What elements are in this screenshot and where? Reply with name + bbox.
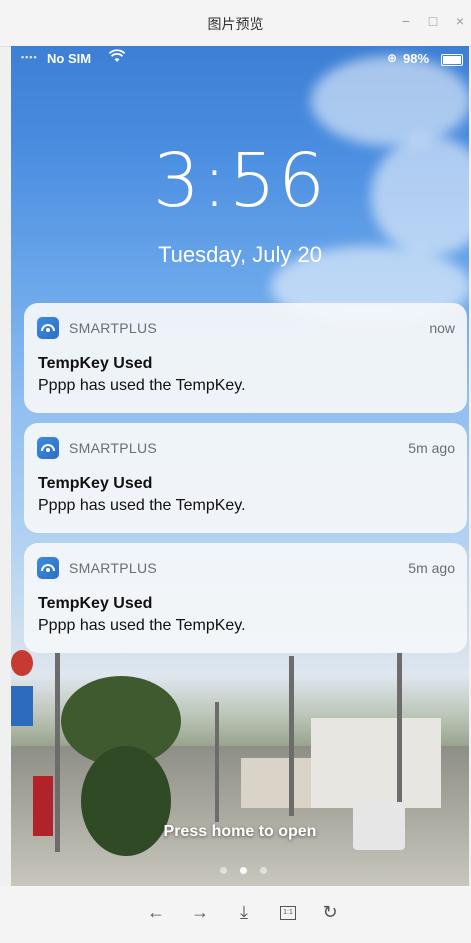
smartplus-app-icon [37, 557, 59, 579]
maximize-button[interactable]: □ [424, 12, 442, 30]
notification-title: TempKey Used [38, 595, 153, 612]
signal-dots-icon: •••• [21, 52, 38, 62]
notification-time: now [429, 320, 455, 336]
actual-size-icon: 1:1 [280, 906, 296, 921]
viewer-titlebar: 图片预览 − □ × [0, 0, 471, 47]
notification-body: Pppp has used the TempKey. [38, 497, 246, 514]
notification-time: 5m ago [408, 560, 455, 576]
status-bar: •••• No SIM ⊕ 98% [11, 46, 469, 72]
wifi-icon [108, 49, 126, 66]
lockscreen-date: Tuesday, July 20 [158, 242, 322, 267]
next-image-button[interactable]: → [188, 900, 212, 924]
rotation-lock-icon: ⊕ [387, 51, 398, 65]
actual-size-button[interactable]: 1:1 [276, 900, 300, 924]
page-dot [220, 867, 227, 874]
previous-image-button[interactable]: ← [144, 900, 168, 924]
building [311, 718, 441, 808]
utility-pole [55, 652, 60, 852]
page-dot [260, 867, 267, 874]
notification-app-name: SMARTPLUS [69, 440, 158, 456]
page-indicator [220, 867, 280, 877]
carrier-label: No SIM [47, 51, 92, 66]
notification-body: Pppp has used the TempKey. [38, 617, 246, 634]
notification-card[interactable]: SMARTPLUS 5m ago TempKey Used Pppp has u… [24, 543, 467, 653]
notification-title: TempKey Used [38, 355, 153, 372]
building [241, 758, 311, 808]
notification-title: TempKey Used [38, 475, 153, 492]
download-button[interactable]: ⤓ [232, 900, 256, 924]
utility-pole [289, 656, 294, 816]
page-dot [240, 867, 247, 874]
smartplus-app-icon [37, 437, 59, 459]
rotate-button[interactable]: ↻ [318, 900, 342, 924]
close-button[interactable]: × [451, 12, 469, 30]
notification-app-name: SMARTPLUS [69, 320, 158, 336]
viewer-toolbar: ← → ⤓ 1:1 ↻ [0, 886, 471, 943]
notification-app-name: SMARTPLUS [69, 560, 158, 576]
smartplus-app-icon [37, 317, 59, 339]
notification-body: Pppp has used the TempKey. [38, 377, 246, 394]
utility-pole [215, 702, 219, 822]
battery-percentage: 98% [403, 51, 430, 66]
press-home-hint: Press home to open [163, 823, 317, 840]
battery-icon [441, 54, 463, 66]
road-sign [11, 686, 33, 726]
notification-card[interactable]: SMARTPLUS now TempKey Used Pppp has used… [24, 303, 467, 413]
notification-time: 5m ago [408, 440, 455, 456]
phone-lockscreen: •••• No SIM ⊕ 98% 3:56 Tuesday, July 20 … [11, 46, 469, 886]
lockscreen-time: 3:56 [152, 138, 328, 224]
minimize-button[interactable]: − [397, 12, 415, 30]
notification-card[interactable]: SMARTPLUS 5m ago TempKey Used Pppp has u… [24, 423, 467, 533]
road-sign [11, 650, 33, 676]
